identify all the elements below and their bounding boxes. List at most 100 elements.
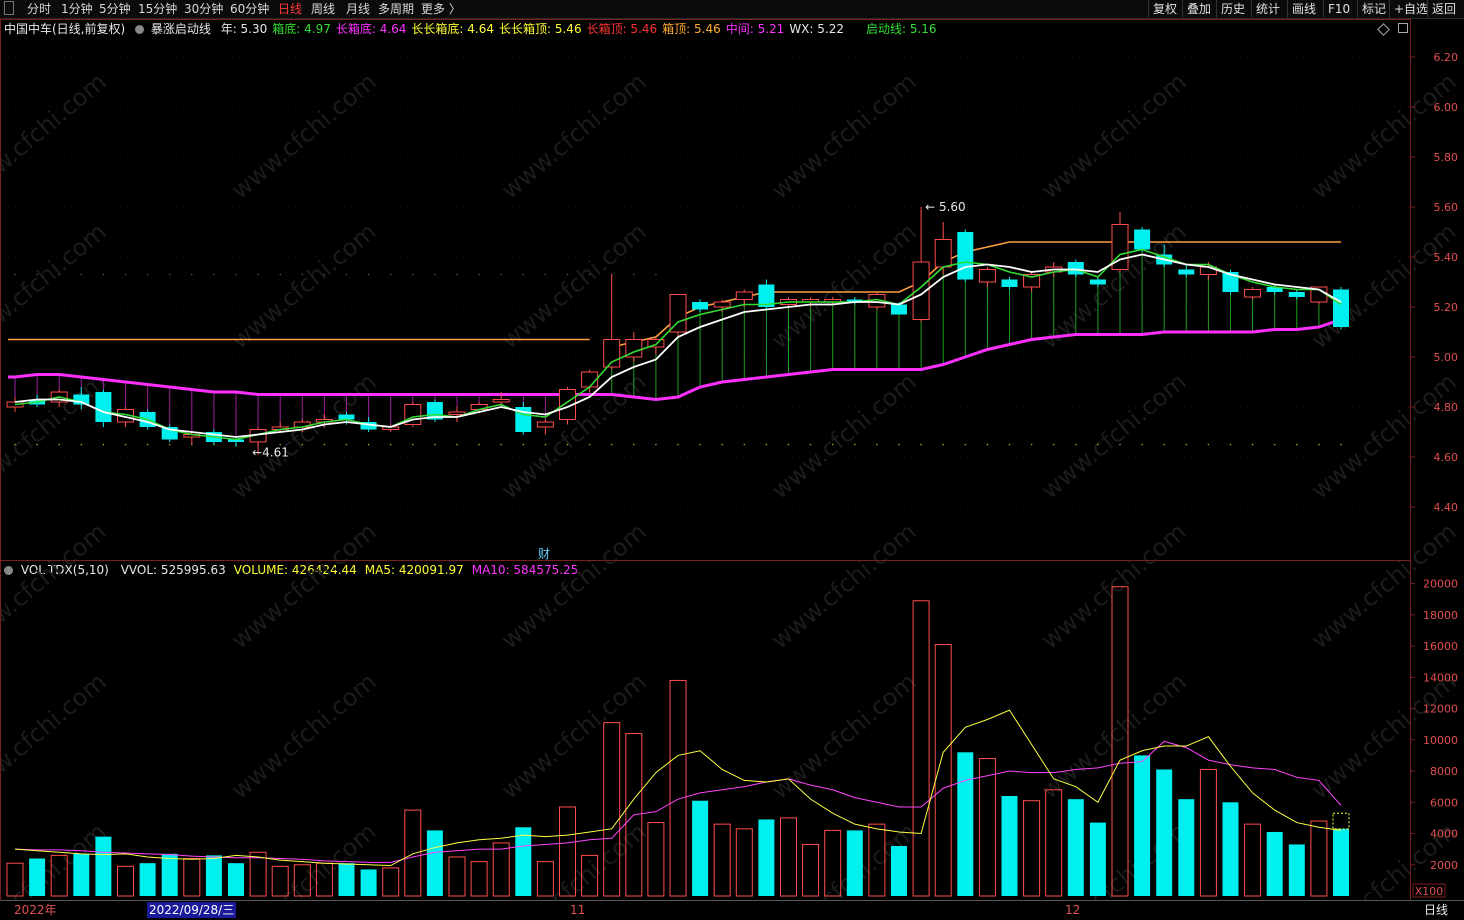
period-tab-10[interactable]: 更多 〉 (421, 0, 461, 18)
support-dot (434, 443, 436, 446)
price-pane-frame (0, 19, 1411, 561)
toolbar-button-5[interactable]: F10 (1323, 0, 1354, 18)
period-tab-9[interactable]: 多周期 (378, 0, 414, 18)
support-dot (898, 443, 900, 446)
toolbar-button-4[interactable]: 画线 (1287, 0, 1320, 18)
watermark-text: www.cfchi.com (1036, 367, 1192, 504)
volume-bar (735, 828, 753, 897)
candle-body (559, 389, 576, 420)
main-legend-item-7: 中间: 5.21 (725, 22, 785, 36)
toolbar-button-0[interactable]: 复权 (1148, 0, 1181, 18)
resistance-dot (168, 273, 171, 276)
watermark-text: www.cfchi.com (766, 667, 922, 804)
chart-settings-icon[interactable] (1398, 23, 1408, 33)
candle-body (1199, 266, 1217, 275)
period-tab-8[interactable]: 月线 (346, 0, 370, 18)
volume-bar (293, 864, 311, 897)
volume-bar (161, 853, 178, 896)
watermark-text: www.cfchi.com (766, 367, 922, 504)
toolbar-button-8[interactable]: 返回 (1427, 0, 1460, 18)
toolbar-button-3[interactable]: 统计 (1251, 0, 1284, 18)
volume-bar (669, 679, 687, 897)
volume-bar (382, 867, 400, 897)
volume-bar (139, 863, 156, 896)
period-tab-3[interactable]: 15分钟 (138, 0, 177, 18)
start-line (14, 248, 1342, 441)
watermark-text: www.cfchi.com (1036, 67, 1192, 204)
candle-body (802, 299, 820, 303)
candle-body (647, 339, 665, 348)
volume-bar (846, 830, 863, 896)
volume-bar (360, 869, 377, 896)
support-dot (1141, 443, 1143, 446)
toolbar-button-7[interactable]: +自选 (1389, 0, 1432, 18)
volume-bar (625, 733, 643, 897)
period-tab-4[interactable]: 30分钟 (184, 0, 223, 18)
support-dot (168, 443, 171, 446)
indicator-name[interactable]: 暴涨启动线 (151, 22, 211, 36)
volume-bar (536, 861, 554, 897)
volume-bar (492, 842, 510, 897)
volume-bar (802, 843, 820, 897)
support-dot (964, 443, 967, 446)
period-tab-6[interactable]: 日线 (278, 0, 302, 18)
period-status[interactable]: 日线 (1424, 901, 1448, 919)
period-tab-5[interactable]: 60分钟 (230, 0, 269, 18)
candle-body (891, 304, 907, 315)
volume-bar (271, 865, 289, 897)
volume-bar (338, 863, 355, 896)
volume-bar (912, 600, 930, 897)
support-dot (522, 443, 525, 446)
support-dot (345, 443, 348, 446)
volume-axis-label: 8000 (1430, 765, 1458, 778)
volume-indicator-title[interactable]: VOL-TDX(5,10) (21, 563, 109, 577)
support-dot (610, 443, 613, 446)
volume-bar (448, 856, 466, 897)
volume-bar (957, 752, 974, 896)
period-tab-7[interactable]: 周线 (311, 0, 335, 18)
toolbar-button-2[interactable]: 历史 (1216, 0, 1249, 18)
volume-bar (1178, 799, 1195, 896)
volume-axis-label: 10000 (1423, 734, 1458, 747)
resistance-dot (522, 273, 525, 276)
volume-bar (581, 854, 599, 897)
resistance-dot (367, 273, 370, 276)
support-dot (1119, 443, 1121, 446)
menu-icon[interactable] (4, 1, 14, 15)
volume-bar (1134, 755, 1151, 896)
resistance-dot (544, 273, 547, 276)
candle-body (183, 434, 201, 438)
support-dot (1340, 443, 1342, 446)
watermark-text: www.cfchi.com (226, 217, 382, 354)
period-tab-2[interactable]: 5分钟 (99, 0, 131, 18)
middle-line (8, 307, 1343, 402)
toolbar-button-6[interactable]: 标记 (1357, 0, 1390, 18)
indicator-toggle-icon[interactable] (135, 25, 145, 34)
resistance-dot (80, 273, 83, 276)
period-tab-1[interactable]: 1分钟 (61, 0, 93, 18)
period-tab-0[interactable]: 分时 (27, 0, 51, 18)
volume-forecast-box (1332, 812, 1350, 830)
wx-line (14, 253, 1342, 438)
candle-body (1178, 269, 1195, 275)
candle-body (713, 301, 731, 308)
support-dot (920, 443, 922, 446)
stock-chart[interactable]: www.cfchi.com www.cfchi.com www.cfchi.com w… (0, 0, 1464, 919)
watermark-text: www.cfchi.com (226, 667, 382, 804)
volume-axis-label: 16000 (1423, 640, 1458, 653)
candle-body (271, 426, 289, 430)
support-dot (412, 443, 414, 446)
volume-axis-label: 20000 (1423, 578, 1458, 591)
support-dot (633, 443, 635, 446)
candle-body (581, 371, 599, 388)
volume-toggle-icon[interactable] (4, 566, 13, 575)
price-axis-label: 5.40 (1434, 251, 1459, 264)
price-axis-label: 5.80 (1434, 151, 1459, 164)
stock-title: 中国中车(日线,前复权) (4, 22, 126, 36)
chart-options-icon[interactable] (1377, 23, 1390, 36)
support-dot (809, 443, 812, 446)
toolbar-button-1[interactable]: 叠加 (1182, 0, 1215, 18)
support-dot (765, 443, 768, 446)
resistance-dot (500, 273, 503, 276)
watermark-text: www.cfchi.com (766, 217, 922, 354)
